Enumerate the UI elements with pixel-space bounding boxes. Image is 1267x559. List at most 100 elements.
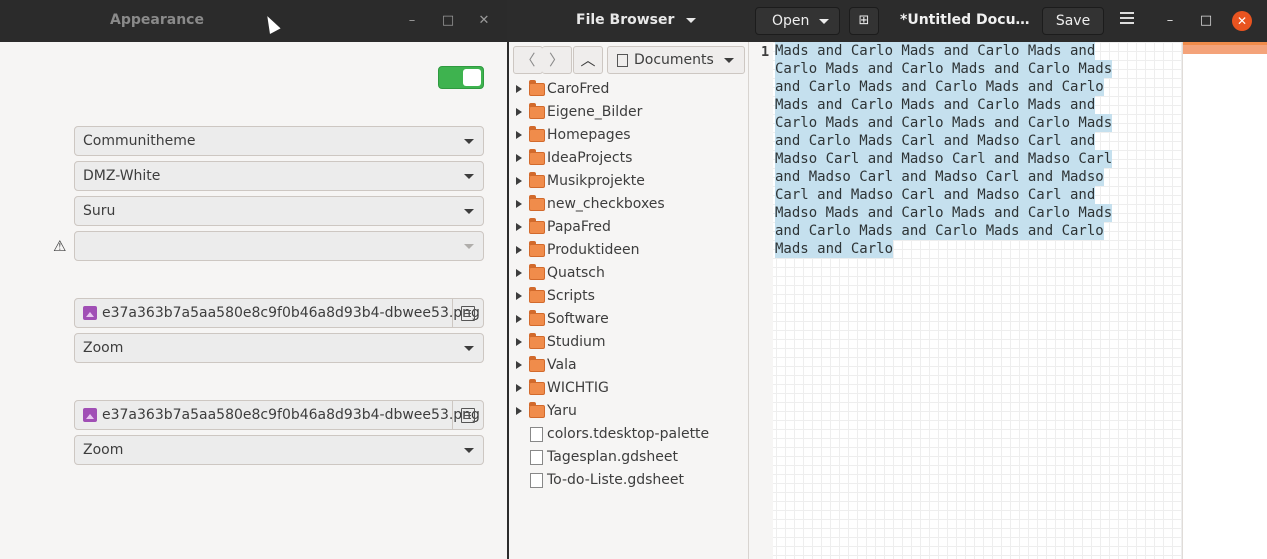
expander-icon[interactable] (516, 269, 522, 277)
divider (452, 299, 453, 327)
back-button[interactable]: 〈 (513, 46, 543, 74)
folder-row[interactable]: Produktideen (509, 239, 748, 262)
minimize-icon[interactable]: – (1160, 11, 1180, 31)
expander-icon[interactable] (516, 407, 522, 415)
folder-row[interactable]: new_checkboxes (509, 193, 748, 216)
folder-row[interactable]: IdeaProjects (509, 147, 748, 170)
folder-row[interactable]: WICHTIG (509, 377, 748, 400)
shell-theme-combo[interactable] (74, 231, 484, 261)
document-minimap[interactable] (1182, 42, 1267, 559)
minimap-viewport[interactable] (1183, 42, 1267, 54)
forward-button[interactable]: 〉 (542, 46, 572, 74)
folder-name: Quatsch (547, 265, 605, 281)
text-line: and Madso Carl and Madso Carl and Madso (775, 168, 1104, 186)
folder-icon (529, 218, 545, 234)
folder-icon (529, 310, 545, 326)
folder-name: Vala (547, 357, 577, 373)
expander-icon[interactable] (516, 177, 522, 185)
document-text[interactable]: Mads and Carlo Mads and Carlo Mads and C… (773, 42, 1180, 258)
open-button-label: Open (772, 13, 810, 29)
folder-icon (529, 402, 545, 418)
text-line: Mads and Carlo Mads and Carlo Mads and (775, 96, 1096, 114)
folder-name: Studium (547, 334, 606, 350)
folder-icon (529, 356, 545, 372)
expander-icon[interactable] (516, 246, 522, 254)
folder-row[interactable]: Scripts (509, 285, 748, 308)
expander-icon[interactable] (516, 154, 522, 162)
text-view[interactable]: 1 Mads and Carlo Mads and Carlo Mads and… (749, 42, 1182, 559)
text-file-icon (530, 450, 543, 465)
folder-icon (529, 333, 545, 349)
expander-icon[interactable] (516, 108, 522, 116)
expander-icon[interactable] (516, 315, 522, 323)
location-value: Documents (634, 52, 714, 68)
folder-row[interactable]: PapaFred (509, 216, 748, 239)
dark-mode-toggle[interactable] (438, 66, 484, 89)
folder-row[interactable]: Software (509, 308, 748, 331)
maximize-icon[interactable]: □ (437, 10, 459, 32)
folder-row[interactable]: Vala (509, 354, 748, 377)
file-name: Tagesplan.gdsheet (547, 449, 678, 465)
folder-name: IdeaProjects (547, 150, 633, 166)
expander-icon[interactable] (516, 384, 522, 392)
expander-icon[interactable] (516, 292, 522, 300)
toggle-knob (463, 69, 481, 86)
open-file-icon[interactable] (461, 408, 475, 423)
folder-row[interactable]: Musikprojekte (509, 170, 748, 193)
icon-theme-combo-value: Suru (83, 203, 116, 219)
folder-row[interactable]: Quatsch (509, 262, 748, 285)
expander-icon[interactable] (516, 85, 522, 93)
folder-name: Yaru (547, 403, 577, 419)
maximize-icon[interactable]: □ (1196, 11, 1216, 31)
file-row[interactable]: To-do-Liste.gdsheet (509, 469, 748, 492)
document-title: *Untitled Docu… (900, 12, 1030, 28)
cursor-theme-combo[interactable]: DMZ-White (74, 161, 484, 191)
expander-icon[interactable] (516, 200, 522, 208)
icon-theme-combo[interactable]: Suru (74, 196, 484, 226)
expander-icon[interactable] (516, 361, 522, 369)
lockscreen-file-picker[interactable]: e37a363b7a5aa580e8c9f0b46a8d93b4-dbwee53… (74, 400, 484, 430)
text-line: Carl and Madso Carl and Madso Carl and (775, 186, 1096, 204)
editor-headerbar[interactable]: File Browser Open ⊞ *Untitled Docu… Save… (509, 0, 1267, 42)
close-icon[interactable]: ✕ (473, 10, 495, 32)
chevron-down-icon[interactable] (686, 18, 696, 23)
background-mode-combo[interactable]: Zoom (74, 333, 484, 363)
file-row[interactable]: colors.tdesktop-palette (509, 423, 748, 446)
close-icon[interactable]: ✕ (1232, 11, 1252, 31)
theme-combo[interactable]: Communitheme (74, 126, 484, 156)
background-file-picker[interactable]: e37a363b7a5aa580e8c9f0b46a8d93b4-dbwee53… (74, 298, 484, 328)
folder-row[interactable]: Eigene_Bilder (509, 101, 748, 124)
expander-icon[interactable] (516, 223, 522, 231)
folder-row[interactable]: Homepages (509, 124, 748, 147)
folder-icon (529, 126, 545, 142)
chevron-down-icon (464, 209, 474, 214)
folder-row[interactable]: Studium (509, 331, 748, 354)
folder-row[interactable]: Yaru (509, 400, 748, 423)
folder-row[interactable]: CaroFred (509, 78, 748, 101)
line-number-gutter: 1 (749, 42, 773, 559)
open-file-icon[interactable] (461, 306, 475, 321)
text-line: and Carlo Mads and Carlo Mads and Carlo (775, 222, 1104, 240)
save-button[interactable]: Save (1042, 7, 1104, 35)
folder-name: new_checkboxes (547, 196, 665, 212)
text-line: Madso Mads and Carlo Mads and Carlo Mads (775, 204, 1113, 222)
expander-icon[interactable] (516, 338, 522, 346)
image-file-icon (83, 306, 97, 320)
open-button[interactable]: Open (755, 7, 840, 35)
lockscreen-mode-combo[interactable]: Zoom (74, 435, 484, 465)
file-row[interactable]: Tagesplan.gdsheet (509, 446, 748, 469)
expander-icon[interactable] (516, 131, 522, 139)
side-panel-selector[interactable]: File Browser (576, 12, 674, 28)
text-line: Madso Carl and Madso Carl and Madso Carl (775, 150, 1113, 168)
new-document-button[interactable]: ⊞ (849, 7, 879, 35)
location-combo[interactable]: Documents (607, 46, 745, 74)
parent-folder-button[interactable]: ︿ (573, 46, 603, 74)
document-lines: Mads and Carlo Mads and Carlo Mads and C… (773, 42, 1180, 258)
theme-combo-value: Communitheme (83, 133, 196, 149)
appearance-titlebar[interactable]: Appearance – □ ✕ (0, 0, 507, 42)
folder-icon (529, 379, 545, 395)
chevron-down-icon (464, 244, 474, 249)
document-icon (617, 54, 628, 67)
minimize-icon[interactable]: – (401, 10, 423, 32)
hamburger-menu-icon[interactable] (1120, 12, 1134, 27)
